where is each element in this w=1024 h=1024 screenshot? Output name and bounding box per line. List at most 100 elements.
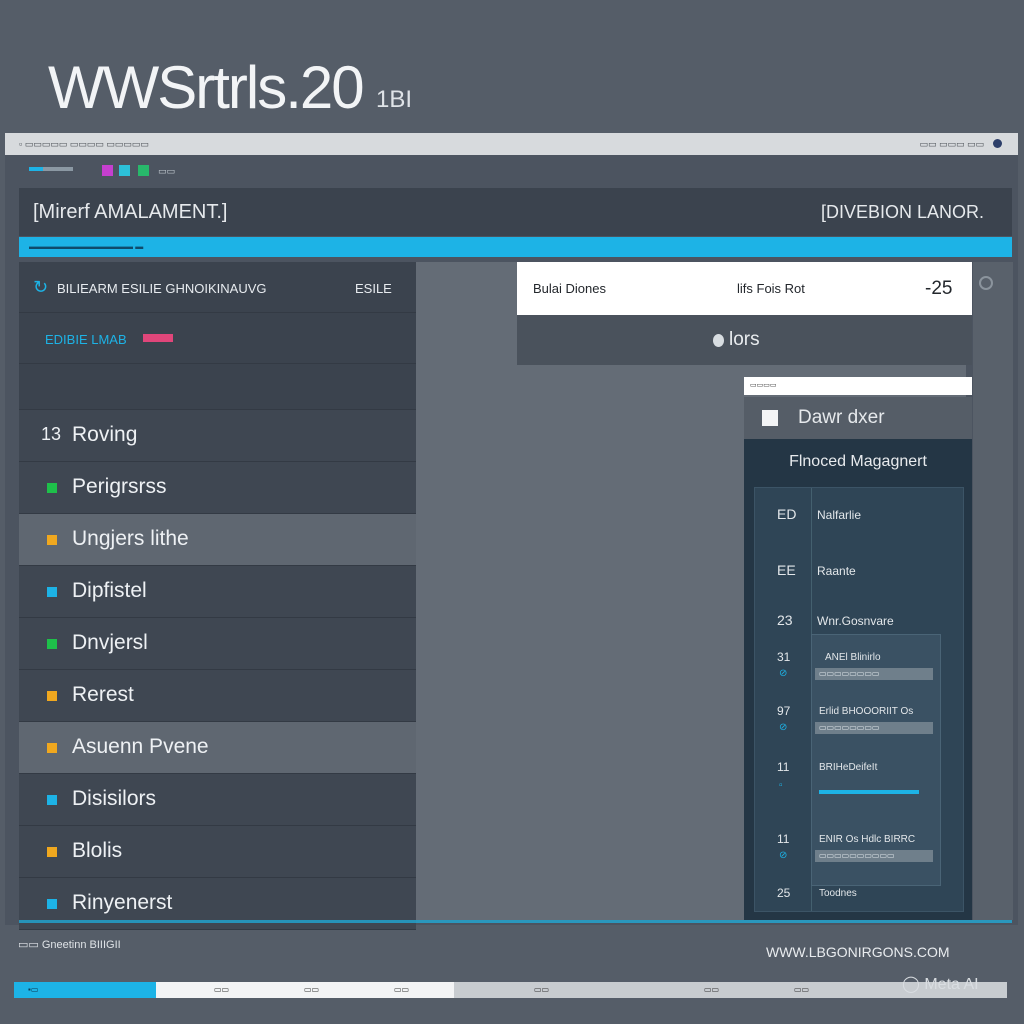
sidebar-item-dnvjersl[interactable]: Dnvjersl [19,618,416,670]
sidebar-item-dipfistel[interactable]: Dipfistel [19,566,416,618]
sidebar-item-label: Rerest [72,683,134,706]
sidebar-item-ungjers-lithe[interactable]: Ungjers lithe [19,514,416,566]
mini-input[interactable]: ▭▭▭▭ [744,377,972,395]
toolbar: ▭▭ [5,155,1018,188]
sidebar-item-asuenn-pvene[interactable]: Asuenn Pvene [19,722,416,774]
blue-square-icon [47,899,57,909]
summary-card-footer[interactable]: lors [517,315,972,365]
toolbar-color-icon[interactable] [119,165,130,176]
blue-square-icon [47,587,57,597]
green-square-icon [47,639,57,649]
header-right-label[interactable]: [DIVEBION LANOR. [821,188,984,236]
summary-card-col1: Bulai Diones [533,281,606,296]
management-row-text: Raante [817,564,856,578]
document-icon [762,410,778,426]
status-text: ▭▭ Gneetinn BIIIGII [18,939,121,951]
bottom-accent-line [19,920,1012,923]
sidebar-header-right: ESILE [355,281,392,296]
accent-bar-text: ▬▬▬▬▬▬▬▬▬▬▬▬▬ ▬ [29,242,144,251]
sidebar-item-label: Blolis [72,839,123,862]
management-row-text: Wnr.Gosnvare [817,614,894,628]
taskbar-tick: ▭▭ [534,985,550,994]
right-panel-header[interactable]: Dawr dxer [744,397,972,439]
management-subrow-bar: ▭▭▭▭▭▭▭▭▭▭ [815,850,933,862]
link-icon: ⊘ [779,668,788,679]
refresh-icon[interactable]: ↻ [33,277,48,298]
mini-input-text: ▭▭▭▭ [750,382,777,389]
sidebar-header[interactable]: ↻ BILIEARM ESILIE GHNOIKINAUVG ESILE [19,262,416,313]
toolbar-line-icon[interactable] [43,167,73,171]
progress-line [819,790,919,794]
management-subrow-bar: ▭▭▭▭▭▭▭▭ [815,668,933,680]
sidebar-item-label: Dipfistel [72,579,147,602]
green-square-icon [47,483,57,493]
sidebar-item-roving[interactable]: 13 Roving [19,410,416,462]
sidebar-subheader: EDIBIE LMAB [19,313,416,364]
pink-badge-icon [143,334,173,342]
sidebar-item-blolis[interactable]: Blolis [19,826,416,878]
toolbar-color-icon[interactable] [102,165,113,176]
sidebar-item-label: Dnvjersl [72,631,148,654]
page-title: [Mirerf AMALAMENT.] [33,201,228,223]
management-panel-body: ED Nalfarlie EE Raante 23 Wnr.Gosnvare 3… [754,487,964,912]
toolbar-color-icon[interactable] [138,165,149,176]
footer-url[interactable]: WWW.LBGONIRGONS.COM [766,944,950,960]
sidebar-header-text: BILIEARM ESILIE GHNOIKINAUVG [57,281,267,296]
management-panel: Flnoced Magagnert ED Nalfarlie EE Raante… [744,439,972,920]
management-subrow-number: 97 [777,704,791,718]
management-subrow-text: Toodnes [819,888,857,899]
taskbar-tick: ▭▭ [794,985,810,994]
sidebar-item-label: Rinyenerst [72,891,173,914]
taskbar-tick: ▭▭ [394,985,410,994]
sidebar-item-rerest[interactable]: Rerest [19,670,416,722]
toolbar-label[interactable]: ▭▭ [158,166,175,177]
link-icon: ⊘ [779,850,788,861]
scrollbar[interactable] [973,262,1013,920]
titlebar-status: ▭▭ ▭▭▭ ▭▭ [919,139,984,149]
link-icon: ⊘ [779,722,788,733]
management-subrow-text: ENIR Os Hdlc BIRRC [819,834,916,845]
right-panel-header-text: Dawr dxer [798,407,885,428]
watermark: ◯ Meta AI [902,976,979,993]
orange-square-icon [47,743,57,753]
titlebar-menu[interactable]: ▫ ▭▭▭▭▭ ▭▭▭▭ ▭▭▭▭▭ [19,133,149,155]
taskbar: ▪▭ ▭▭ ▭▭ ▭▭ ▭▭ ▭▭ ▭▭ [14,982,1007,998]
taskbar-tick: ▭▭ [214,985,230,994]
scroll-knob-icon[interactable] [979,276,993,290]
taskbar-tick: ▪▭ [28,985,39,994]
orange-square-icon [47,691,57,701]
orange-square-icon [47,847,57,857]
summary-card-value: -25 [925,278,953,299]
summary-card[interactable]: Bulai Diones lifs Fois Rot -25 [517,262,972,315]
orange-square-icon [47,535,57,545]
taskbar-tick: ▭▭ [704,985,720,994]
management-subrow-bar: ▭▭▭▭▭▭▭▭ [815,722,933,734]
management-row-number: EE [777,562,796,578]
sidebar-item-label: Perigrsrss [72,475,167,498]
toolbar-line-icon[interactable] [29,167,43,171]
management-subrow-number: 11 [777,832,790,846]
page-header: [Mirerf AMALAMENT.] [DIVEBION LANOR. [19,188,1012,236]
user-avatar-icon[interactable] [993,139,1002,148]
management-subrow-text: Erlid BHOOORIIT Os [819,706,914,717]
management-subrow-number: 11 [777,760,790,774]
square-outline-icon: ▫ [779,780,783,791]
sidebar-item-disisilors[interactable]: Disisilors [19,774,416,826]
management-subrow-number: 25 [777,886,791,900]
window-titlebar: ▫ ▭▭▭▭▭ ▭▭▭▭ ▭▭▭▭▭ ▭▭ ▭▭▭ ▭▭ [5,133,1018,155]
sidebar-subheader-text: EDIBIE LMAB [45,332,127,347]
sidebar-item-label: Disisilors [72,787,156,810]
summary-card-sub: lors [729,329,760,350]
sidebar-spacer [19,364,416,410]
management-row-number: 23 [777,612,793,628]
management-subrow-text: ANEl Blinirlo [825,652,881,663]
taskbar-tick: ▭▭ [304,985,320,994]
sidebar-item-label: Roving [72,423,138,446]
app-window: ▫ ▭▭▭▭▭ ▭▭▭▭ ▭▭▭▭▭ ▭▭ ▭▭▭ ▭▭ ▭▭ [Mirerf … [5,133,1018,930]
sidebar: ↻ BILIEARM ESILIE GHNOIKINAUVG ESILE EDI… [19,262,416,930]
management-row-number: ED [777,506,797,522]
app-title: WWSrtrls.20 [48,54,365,121]
management-row-text: Nalfarlie [817,508,862,522]
dot-icon [713,334,724,347]
sidebar-item-perigrsrss[interactable]: Perigrsrss [19,462,416,514]
